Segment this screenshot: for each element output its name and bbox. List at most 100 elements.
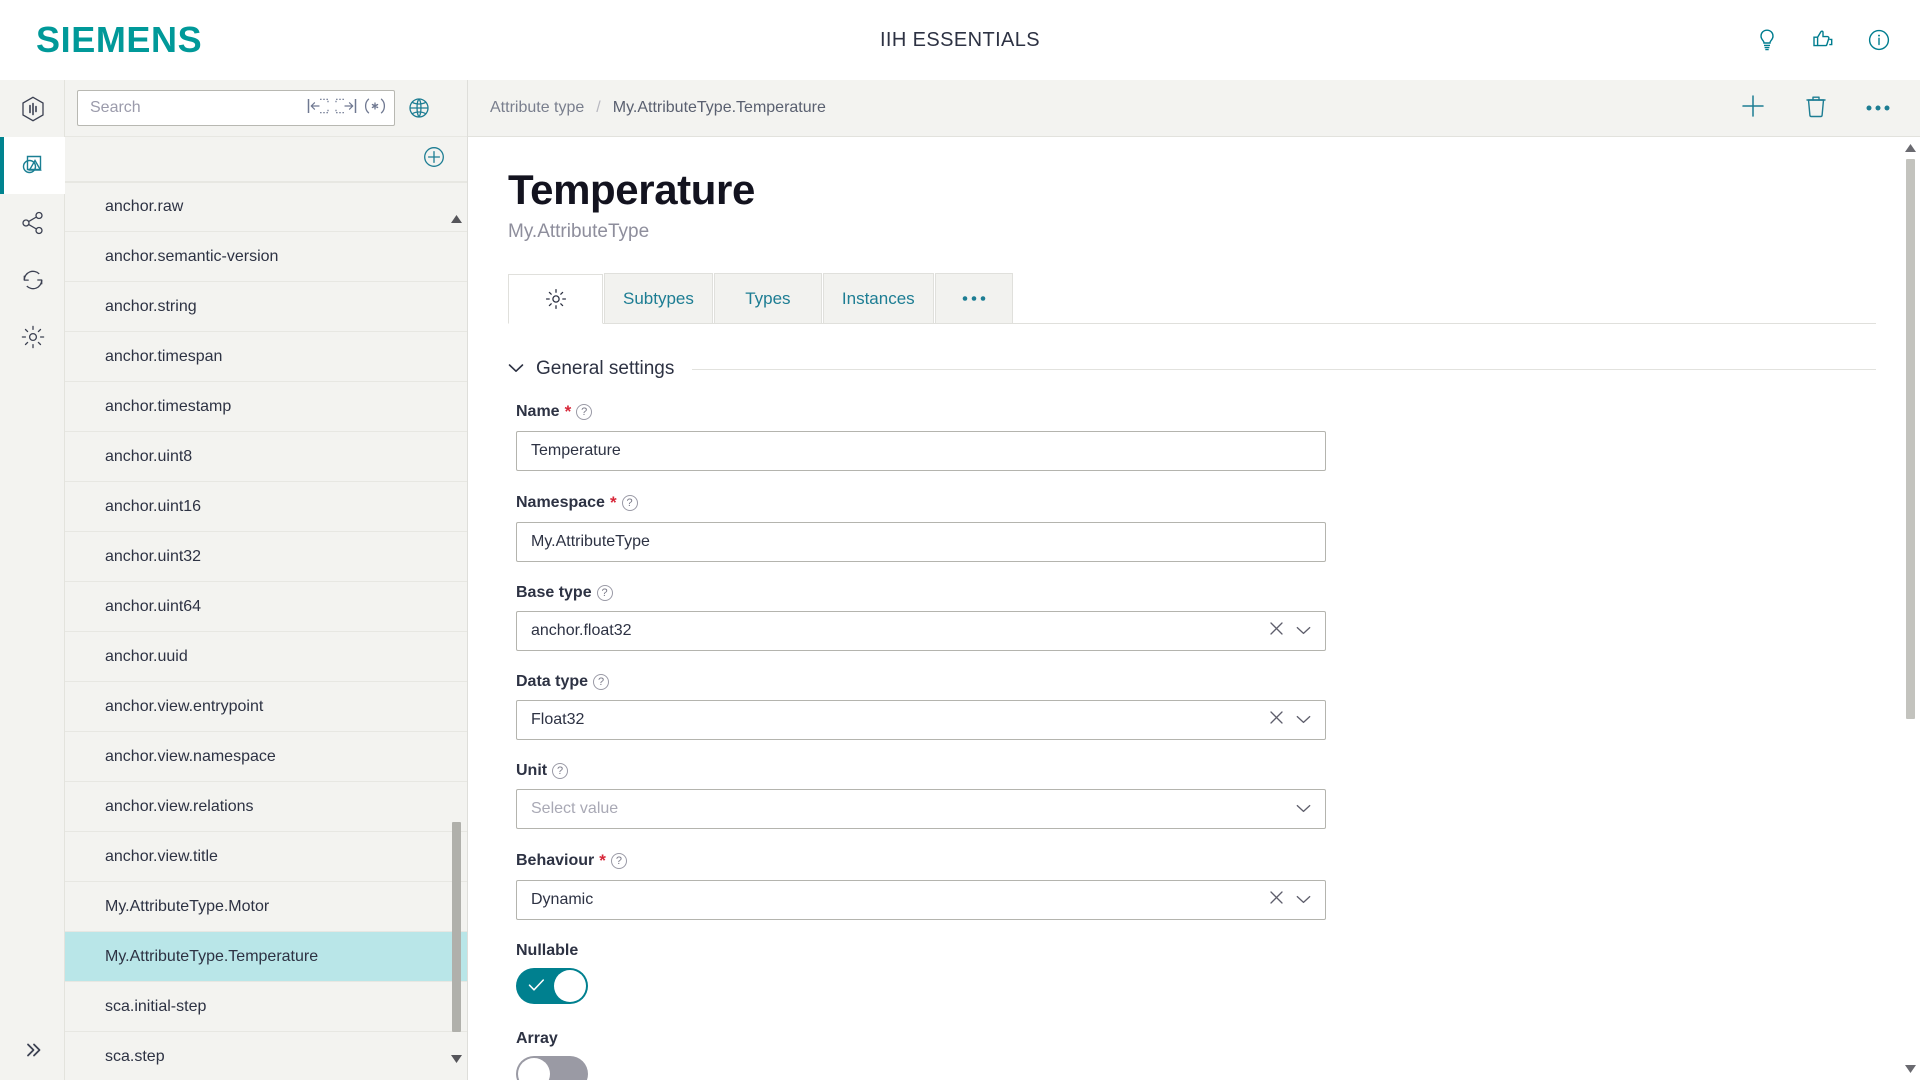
list-item[interactable]: anchor.uuid xyxy=(65,632,467,682)
chevron-down-icon[interactable] xyxy=(508,360,524,378)
list-item[interactable]: anchor.string xyxy=(65,282,467,332)
list-item[interactable]: anchor.view.relations xyxy=(65,782,467,832)
list-item[interactable]: anchor.timespan xyxy=(65,332,467,382)
scroll-down-icon[interactable] xyxy=(1904,1062,1916,1076)
tab-bar: Subtypes Types Instances xyxy=(508,273,1876,325)
field-array: Array xyxy=(516,1030,1326,1080)
feedback-icon[interactable] xyxy=(1810,27,1836,53)
nullable-toggle[interactable] xyxy=(516,968,588,1005)
info-icon[interactable] xyxy=(1866,27,1892,53)
list-item[interactable]: anchor.uint64 xyxy=(65,582,467,632)
help-icon[interactable]: ? xyxy=(596,585,613,602)
add-icon[interactable] xyxy=(1738,91,1768,126)
help-icon[interactable]: ? xyxy=(576,404,593,421)
scroll-up-icon[interactable] xyxy=(1904,141,1916,155)
namespace-input[interactable] xyxy=(531,533,1311,552)
chevron-down-icon[interactable] xyxy=(1296,800,1311,818)
base-type-value: anchor.float32 xyxy=(531,622,632,640)
list-scrollbar[interactable] xyxy=(450,182,462,1080)
breadcrumb-root[interactable]: Attribute type xyxy=(490,99,584,117)
regex-icon[interactable] xyxy=(362,97,388,120)
page-subtitle: My.AttributeType xyxy=(508,221,650,243)
help-icon[interactable]: ? xyxy=(552,763,569,780)
match-start-icon[interactable] xyxy=(306,97,330,120)
chevron-down-icon[interactable] xyxy=(1296,622,1311,640)
list-scroll-thumb[interactable] xyxy=(452,822,461,1032)
data-type-select[interactable]: Float32 xyxy=(516,700,1326,741)
array-toggle[interactable] xyxy=(516,1056,588,1080)
tab-general[interactable] xyxy=(508,274,603,325)
name-input-wrapper[interactable] xyxy=(516,431,1326,472)
namespace-input-wrapper[interactable] xyxy=(516,522,1326,563)
search-input[interactable] xyxy=(78,91,288,125)
label-data-type-text: Data type xyxy=(516,673,589,691)
list-item[interactable]: anchor.semantic-version xyxy=(65,232,467,282)
tab-more[interactable] xyxy=(934,273,1013,324)
rail-expand-button[interactable] xyxy=(0,1020,65,1080)
scroll-up-icon[interactable] xyxy=(450,212,462,226)
add-attribute-type-icon[interactable] xyxy=(421,144,447,175)
left-icon-rail xyxy=(0,80,65,1080)
list-item[interactable]: anchor.view.namespace xyxy=(65,732,467,782)
chevron-down-icon[interactable] xyxy=(1296,891,1311,909)
list-item[interactable]: My.AttributeType.Motor xyxy=(65,882,467,932)
tab-subtypes[interactable]: Subtypes xyxy=(604,273,713,324)
list-item[interactable]: My.AttributeType.Temperature xyxy=(65,932,467,982)
field-name: Name * ? xyxy=(516,402,1326,472)
list-item[interactable]: anchor.timestamp xyxy=(65,382,467,432)
match-end-icon[interactable] xyxy=(334,97,358,120)
check-icon xyxy=(528,978,545,997)
content-scroll-thumb[interactable] xyxy=(1906,159,1915,719)
clear-icon[interactable] xyxy=(1269,710,1284,730)
breadcrumb-actions xyxy=(1738,80,1892,137)
siemens-logo: SIEMENS xyxy=(36,19,203,60)
sidebar-item-connectivity[interactable] xyxy=(0,194,65,251)
list-item[interactable]: anchor.uint8 xyxy=(65,432,467,482)
general-settings-section-header[interactable]: General settings xyxy=(508,358,1876,380)
label-base-type: Base type ? xyxy=(516,584,1326,602)
clear-icon[interactable] xyxy=(1269,890,1284,910)
list-item[interactable]: anchor.uint16 xyxy=(65,482,467,532)
general-settings-title: General settings xyxy=(536,358,675,380)
clear-icon[interactable] xyxy=(1269,621,1284,641)
tab-instances[interactable]: Instances xyxy=(822,273,934,324)
tab-types[interactable]: Types xyxy=(713,273,822,324)
content-scrollbar[interactable] xyxy=(1904,137,1916,1080)
sidebar-item-data[interactable] xyxy=(0,80,65,137)
scroll-down-icon[interactable] xyxy=(450,1052,462,1066)
list-item[interactable]: sca.step xyxy=(65,1032,467,1080)
label-namespace: Namespace * ? xyxy=(516,493,1326,513)
help-icon[interactable]: ? xyxy=(621,495,638,512)
help-icon[interactable]: ? xyxy=(610,853,627,870)
list-item[interactable]: anchor.uint32 xyxy=(65,532,467,582)
data-type-adornments xyxy=(1269,710,1311,730)
behaviour-select[interactable]: Dynamic xyxy=(516,880,1326,921)
language-globe-icon[interactable] xyxy=(395,80,443,137)
sidebar-item-settings[interactable] xyxy=(0,308,65,365)
list-add-row xyxy=(65,137,467,182)
sidebar-item-sync[interactable] xyxy=(0,251,65,308)
more-options-icon[interactable] xyxy=(1864,100,1892,118)
label-base-type-text: Base type xyxy=(516,584,592,602)
chevron-down-icon[interactable] xyxy=(1296,711,1311,729)
sidebar-item-asset-model[interactable] xyxy=(0,137,65,194)
help-icon[interactable]: ? xyxy=(593,674,610,691)
list-item[interactable]: anchor.view.entrypoint xyxy=(65,682,467,732)
label-data-type: Data type ? xyxy=(516,673,1326,691)
base-type-select[interactable]: anchor.float32 xyxy=(516,611,1326,652)
list-item[interactable]: anchor.raw xyxy=(65,182,467,232)
lightbulb-icon[interactable] xyxy=(1754,27,1780,53)
name-input[interactable] xyxy=(531,442,1311,461)
section-divider xyxy=(692,368,1876,370)
list-item[interactable]: sca.initial-step xyxy=(65,982,467,1032)
search-box[interactable] xyxy=(77,90,395,126)
label-namespace-text: Namespace xyxy=(516,494,605,512)
delete-icon[interactable] xyxy=(1802,92,1830,125)
unit-select[interactable]: Select value xyxy=(516,789,1326,830)
attribute-type-list: anchor.raw anchor.semantic-version anchor.… xyxy=(65,182,467,1080)
list-item[interactable]: anchor.view.title xyxy=(65,832,467,882)
breadcrumb-current: My.AttributeType.Temperature xyxy=(612,99,826,116)
base-type-adornments xyxy=(1269,621,1311,641)
unit-adornments xyxy=(1296,800,1311,818)
breadcrumb-separator: / xyxy=(596,99,601,116)
